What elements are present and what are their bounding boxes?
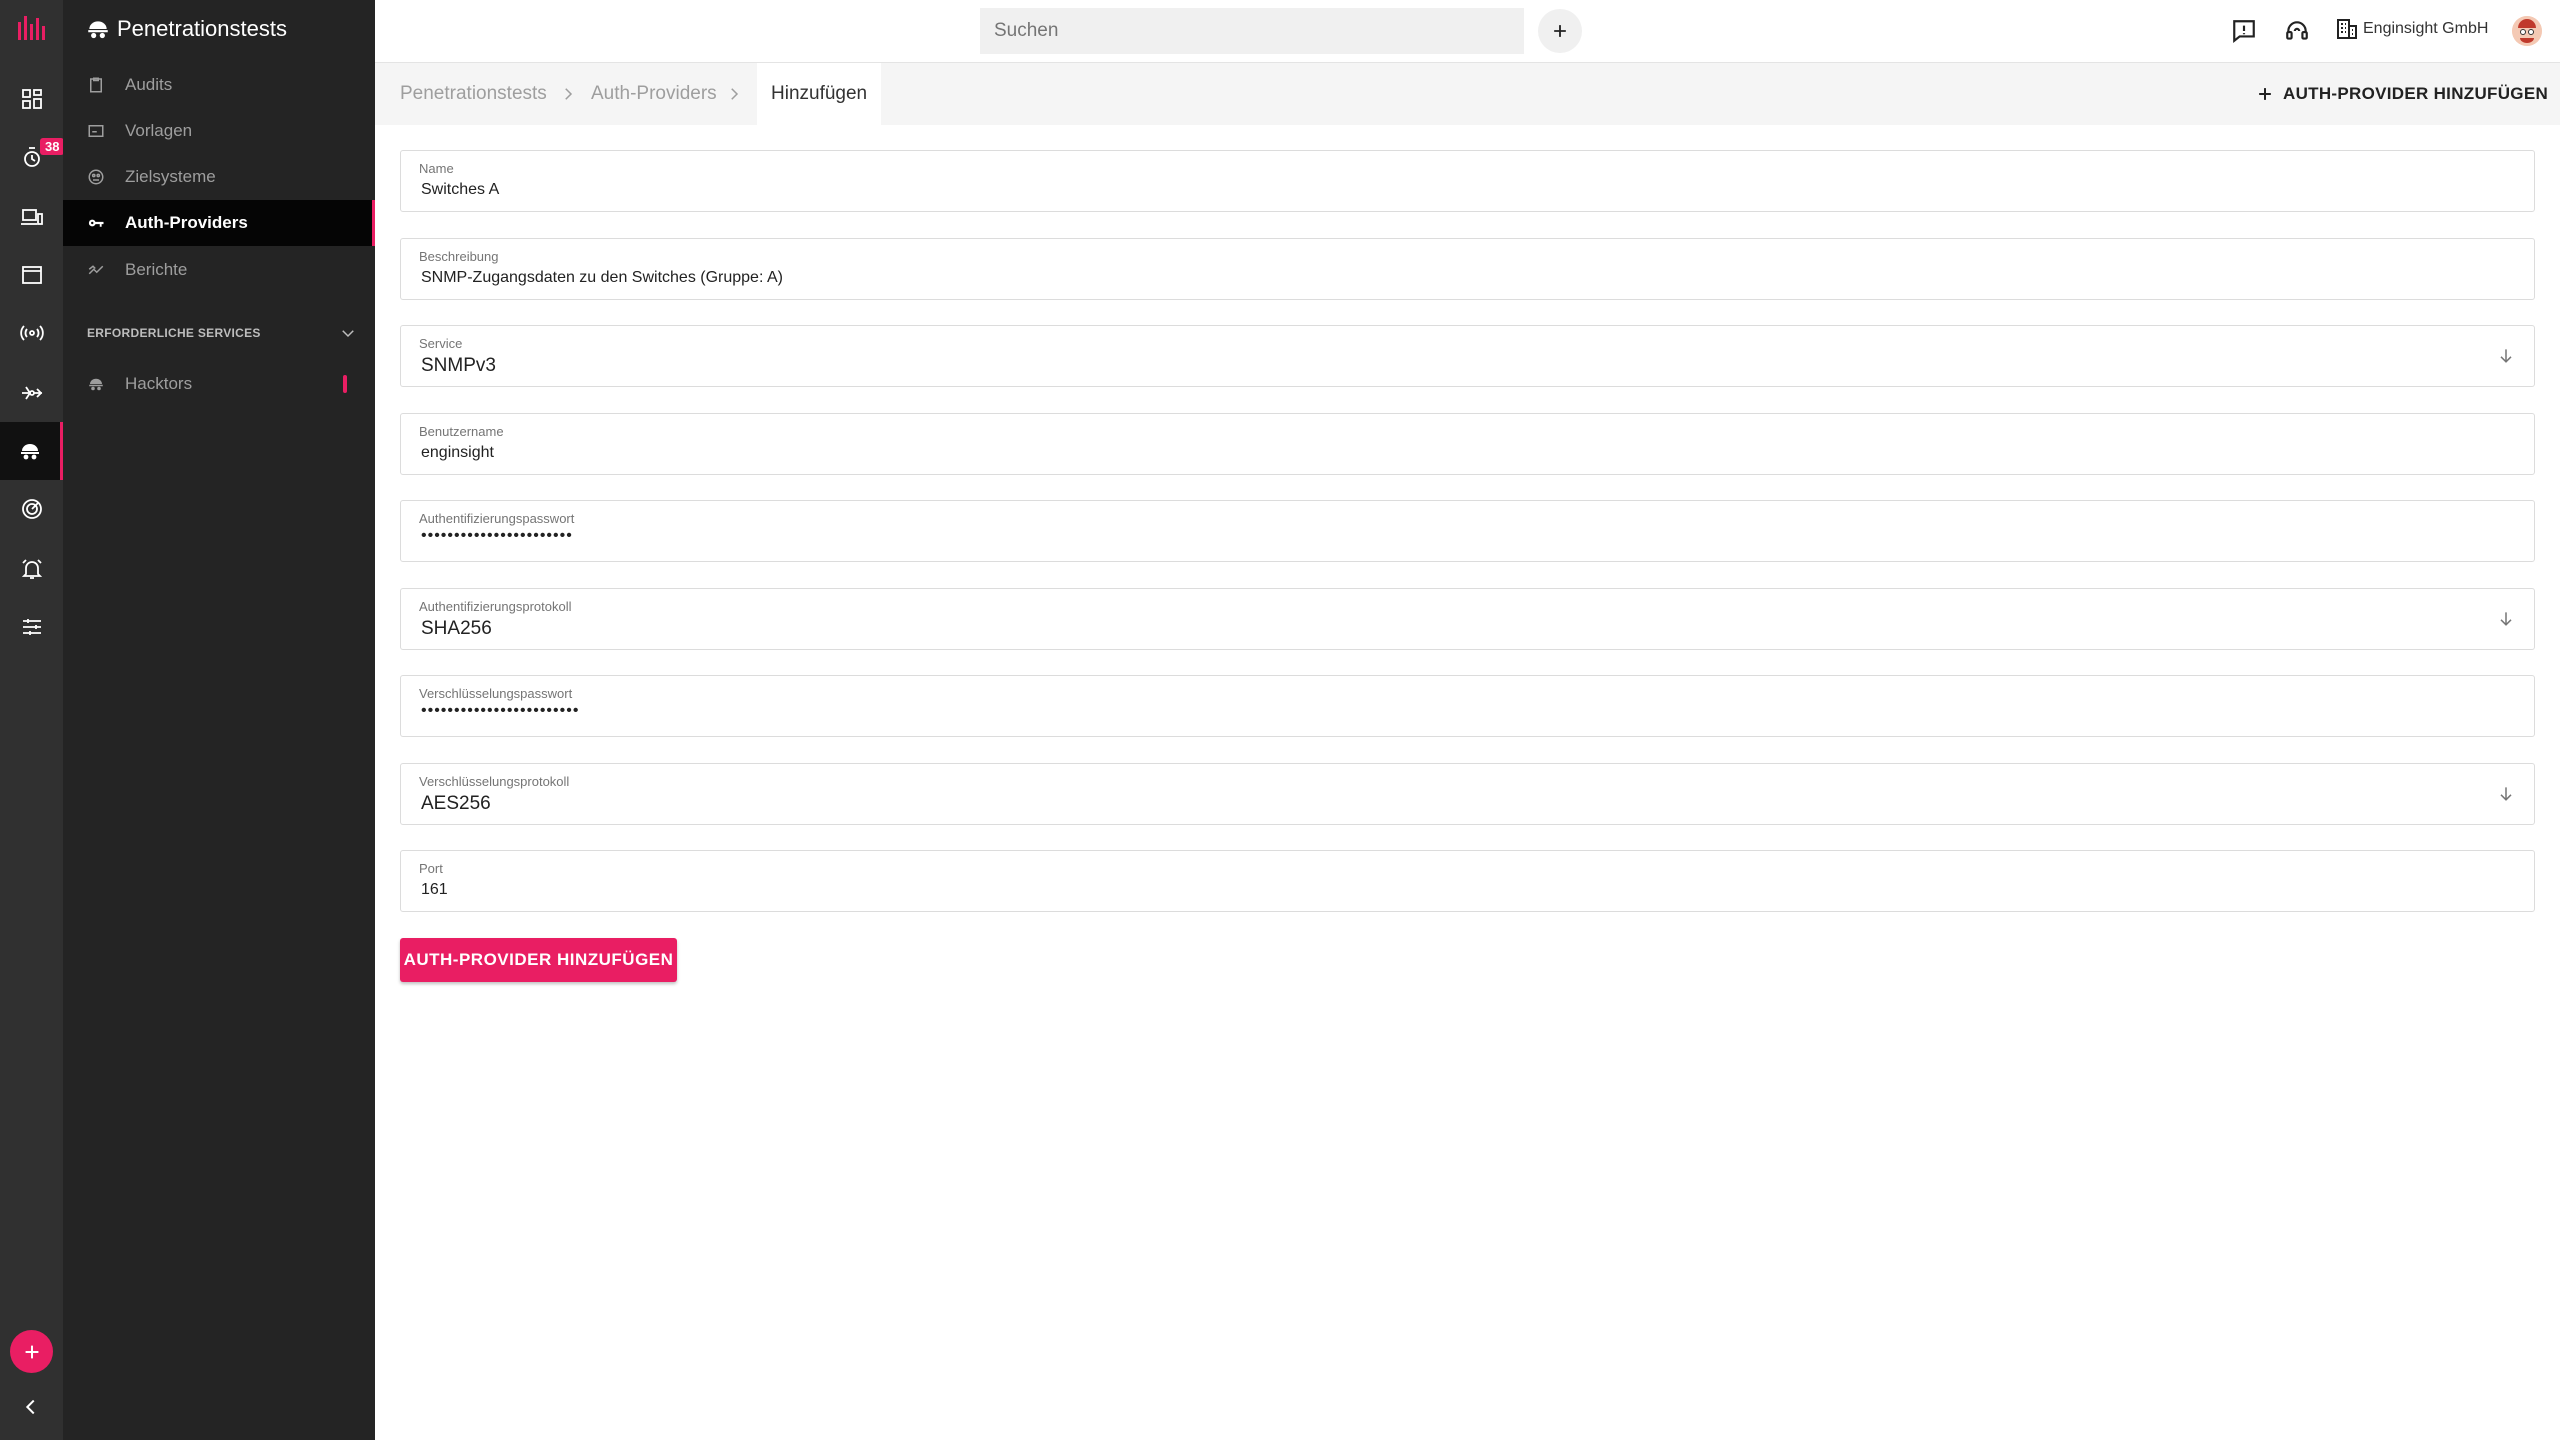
pentest-sidebar: Penetrationstests Audits Vorlagen Zielsy…	[63, 0, 375, 1440]
sidebar-item-zielsysteme[interactable]: Zielsysteme	[63, 154, 375, 200]
settings-sliders-icon[interactable]	[0, 598, 63, 656]
feedback-icon[interactable]	[2230, 17, 2258, 45]
field-value: •••••••••••••••••••••••	[421, 527, 573, 544]
enginsight-logo-icon[interactable]	[16, 14, 46, 46]
service-select[interactable]: Service SNMPv3	[400, 325, 2535, 387]
field-value: SNMP-Zugangsdaten zu den Switches (Grupp…	[421, 269, 783, 286]
sidebar-item-audits[interactable]: Audits	[63, 62, 375, 108]
add-button[interactable]	[1538, 9, 1582, 53]
field-value: ••••••••••••••••••••••••	[421, 702, 580, 719]
add-auth-provider-header-button[interactable]: AUTH-PROVIDER HINZUFÜGEN	[2255, 63, 2548, 125]
header-action-label: AUTH-PROVIDER HINZUFÜGEN	[2283, 84, 2549, 103]
sidebar-header: Penetrationstests	[85, 16, 287, 42]
template-icon	[88, 125, 104, 137]
sidebar-item-hacktors[interactable]: Hacktors	[63, 361, 375, 407]
chevron-right-icon	[731, 88, 739, 100]
arrow-down-icon	[2500, 612, 2512, 626]
sidebar-item-label: Zielsysteme	[125, 167, 216, 186]
organization-switcher[interactable]: Enginsight GmbH	[2335, 17, 2488, 41]
target-systems-icon	[88, 169, 104, 185]
quick-add-button[interactable]	[10, 1330, 53, 1373]
chevron-right-icon	[565, 88, 573, 100]
required-services-toggle[interactable]: ERFORDERLICHE SERVICES	[87, 324, 357, 342]
field-value: 161	[421, 881, 448, 898]
plus-icon	[2259, 88, 2271, 100]
network-broadcast-icon[interactable]	[0, 304, 63, 362]
clipboard-icon	[90, 77, 102, 93]
field-label: Authentifizierungsprotokoll	[419, 599, 572, 614]
field-label: Service	[419, 336, 463, 351]
hacktor-icon	[88, 21, 108, 39]
icon-rail: 38	[0, 0, 65, 1440]
field-label: Benutzername	[419, 424, 504, 439]
radar-icon[interactable]	[0, 480, 63, 538]
breadcrumb-item-penetrationstests[interactable]: Penetrationstests	[400, 63, 547, 125]
issues-icon[interactable]: 38	[0, 128, 65, 186]
auth-password-field[interactable]: Authentifizierungspasswort •••••••••••••…	[400, 500, 2535, 562]
support-headset-icon[interactable]	[2283, 17, 2311, 45]
description-field[interactable]: Beschreibung SNMP-Zugangsdaten zu den Sw…	[400, 238, 2535, 300]
sidebar-item-auth-providers[interactable]: Auth-Providers	[63, 200, 375, 246]
collapse-sidebar-icon[interactable]	[16, 1392, 46, 1422]
dashboard-icon[interactable]	[0, 70, 63, 128]
sidebar-item-label: Hacktors	[125, 374, 193, 393]
field-label: Verschlüsselungsprotokoll	[419, 774, 570, 789]
encryption-password-field[interactable]: Verschlüsselungspasswort •••••••••••••••…	[400, 675, 2535, 737]
report-icon	[88, 265, 104, 275]
pentest-hacktor-icon[interactable]	[0, 422, 63, 480]
sidebar-item-label: Auth-Providers	[125, 213, 248, 232]
issues-badge: 38	[40, 138, 65, 155]
field-value: SNMPv3	[421, 355, 496, 376]
plus-icon	[1554, 25, 1566, 37]
port-field[interactable]: Port 161	[400, 850, 2535, 912]
applications-icon[interactable]	[0, 246, 63, 304]
field-label: Beschreibung	[419, 249, 499, 264]
top-bar: Enginsight GmbH	[375, 0, 2560, 63]
chevron-down-icon	[342, 330, 354, 338]
field-value: AES256	[421, 793, 491, 814]
breadcrumb-item-hinzufuegen: Hinzufügen	[757, 63, 882, 125]
avatar[interactable]	[2512, 16, 2542, 46]
breadcrumb-item-auth-providers[interactable]: Auth-Providers	[591, 63, 717, 125]
field-value: enginsight	[421, 444, 494, 461]
field-value: SHA256	[421, 618, 492, 639]
organization-name: Enginsight GmbH	[2363, 20, 2489, 37]
auth-protocol-select[interactable]: Authentifizierungsprotokoll SHA256	[400, 588, 2535, 650]
field-label: Port	[419, 861, 443, 876]
field-label: Verschlüsselungspasswort	[419, 686, 573, 701]
hosts-icon[interactable]	[0, 188, 63, 246]
field-value: Switches A	[421, 181, 500, 198]
breadcrumb: Penetrationstests Auth-Providers Hinzufü…	[375, 63, 2560, 125]
alarm-icon[interactable]	[0, 540, 63, 598]
encryption-protocol-select[interactable]: Verschlüsselungsprotokoll AES256	[400, 763, 2535, 825]
sidebar-item-berichte[interactable]: Berichte	[63, 247, 375, 293]
arrow-down-icon	[2500, 787, 2512, 801]
user-avatar-icon	[2512, 16, 2542, 46]
username-field[interactable]: Benutzername enginsight	[400, 413, 2535, 475]
search-input[interactable]	[980, 8, 1524, 54]
arrow-down-icon	[2500, 349, 2512, 363]
sidebar-item-label: Audits	[125, 75, 173, 94]
section-title: ERFORDERLICHE SERVICES	[87, 326, 261, 340]
name-field[interactable]: Name Switches A	[400, 150, 2535, 212]
warning-indicator-icon	[343, 375, 347, 393]
building-icon	[2337, 19, 2357, 39]
scan-path-icon[interactable]	[0, 364, 63, 422]
field-label: Name	[419, 161, 454, 176]
sidebar-item-label: Berichte	[125, 260, 188, 279]
sidebar-title: Penetrationstests	[117, 16, 287, 41]
sidebar-item-vorlagen[interactable]: Vorlagen	[63, 108, 375, 154]
hacktor-icon	[89, 378, 103, 391]
sidebar-item-label: Vorlagen	[125, 121, 193, 140]
field-label: Authentifizierungspasswort	[419, 511, 575, 526]
key-icon	[88, 219, 104, 227]
add-auth-provider-button[interactable]: AUTH-PROVIDER HINZUFÜGEN	[400, 938, 677, 982]
